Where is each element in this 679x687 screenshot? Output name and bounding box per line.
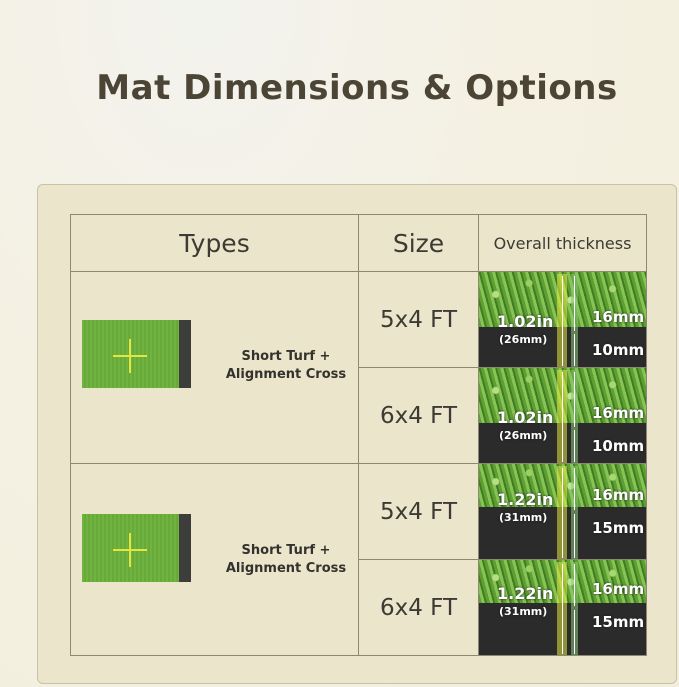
turf-height: 16mm: [592, 580, 645, 598]
mat-type-cell: Short Turf + Alignment Cross: [70, 271, 359, 464]
dimensions-table: Types Size Overall thickness Short Turf …: [70, 214, 647, 656]
alignment-cross-icon: [113, 339, 147, 373]
mat-type-label: Short Turf + Alignment Cross: [225, 349, 347, 382]
total-thickness: 1.22in: [497, 490, 554, 509]
base-height: 15mm: [592, 613, 645, 631]
header-size: Size: [358, 214, 479, 272]
thickness-cell: 1.22in (31mm) 16mm 15mm: [478, 463, 647, 560]
size-cell: 6x4 FT: [358, 367, 479, 464]
size-cell: 5x4 FT: [358, 271, 479, 368]
base-height: 10mm: [592, 341, 645, 359]
thickness-cell: 1.02in (26mm) 16mm 10mm: [478, 367, 647, 464]
base-height: 15mm: [592, 519, 645, 537]
thickness-cell: 1.22in (31mm) 16mm 15mm: [478, 559, 647, 656]
table-row: Short Turf + Alignment Cross 5x4 FT 1.22…: [70, 463, 647, 656]
total-thickness-mm: (26mm): [499, 333, 548, 346]
thickness-cell: 1.02in (26mm) 16mm 10mm: [478, 271, 647, 368]
table-row: Short Turf + Alignment Cross 5x4 FT 1.02…: [70, 271, 647, 464]
turf-sample-image: 1.22in (31mm) 16mm 15mm: [479, 464, 646, 559]
mat-image-short-turf: [82, 514, 191, 582]
total-thickness: 1.22in: [497, 584, 554, 603]
mat-image-short-turf: [82, 320, 191, 388]
total-thickness: 1.02in: [497, 312, 554, 331]
turf-height: 16mm: [592, 308, 645, 326]
turf-height: 16mm: [592, 404, 645, 422]
base-height: 10mm: [592, 437, 645, 455]
mat-type-cell: Short Turf + Alignment Cross: [70, 463, 359, 656]
page-title: Mat Dimensions & Options: [96, 68, 618, 108]
turf-sample-image: 1.02in (26mm) 16mm 10mm: [479, 368, 646, 463]
turf-sample-image: 1.02in (26mm) 16mm 10mm: [479, 272, 646, 367]
total-thickness: 1.02in: [497, 408, 554, 427]
total-thickness-mm: (31mm): [499, 605, 548, 618]
header-thickness: Overall thickness: [478, 214, 647, 272]
total-thickness-mm: (26mm): [499, 429, 548, 442]
turf-sample-image: 1.22in (31mm) 16mm 15mm: [479, 560, 646, 655]
alignment-cross-icon: [113, 533, 147, 567]
total-thickness-mm: (31mm): [499, 511, 548, 524]
mat-type-label: Short Turf + Alignment Cross: [225, 543, 347, 576]
turf-height: 16mm: [592, 486, 645, 504]
size-cell: 6x4 FT: [358, 559, 479, 656]
size-cell: 5x4 FT: [358, 463, 479, 560]
header-types: Types: [70, 214, 359, 272]
